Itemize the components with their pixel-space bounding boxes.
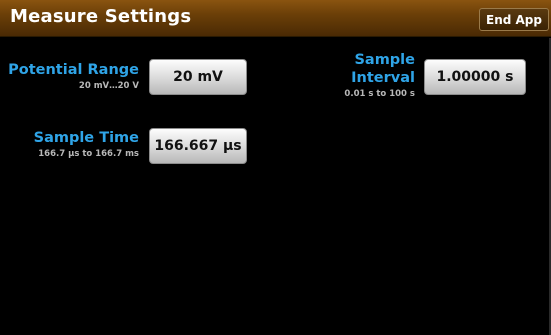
sample-time-label: Sample Time: [33, 130, 139, 146]
sample-interval-label-line2: Interval: [351, 70, 415, 86]
end-app-button[interactable]: End App: [479, 8, 549, 31]
sample-interval-button[interactable]: 1.00000 s: [424, 59, 526, 95]
sample-time-limits: 166.7 µs to 166.7 ms: [38, 149, 139, 159]
sample-interval-limits: 0.01 s to 100 s: [344, 89, 415, 99]
sample-time-button[interactable]: 166.667 µs: [149, 128, 247, 164]
potential-range-button[interactable]: 20 mV: [149, 59, 247, 95]
page-title: Measure Settings: [10, 6, 192, 27]
sample-interval-label-line1: Sample: [354, 52, 415, 68]
title-bar: Measure Settings End App: [0, 0, 551, 37]
potential-range-limits: 20 mV…20 V: [78, 81, 139, 91]
potential-range-label: Potential Range: [8, 62, 139, 78]
